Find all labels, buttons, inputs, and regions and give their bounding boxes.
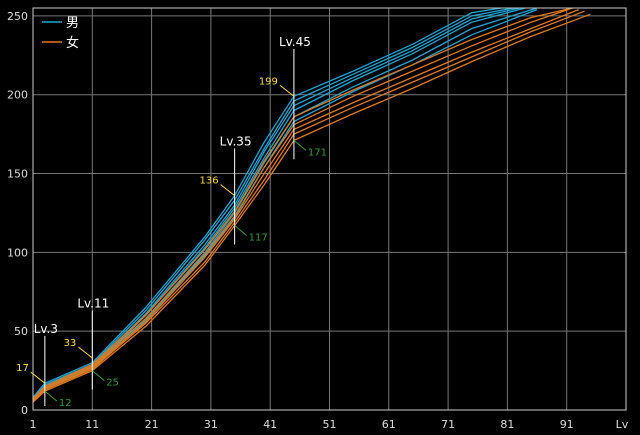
x-tick-label: 31 (204, 418, 218, 431)
legend-label: 男 (66, 16, 79, 31)
x-tick-label: 21 (145, 418, 159, 431)
x-tick-label: 71 (441, 418, 455, 431)
y-tick-label: 100 (7, 246, 28, 259)
marker-label: Lv.45 (279, 35, 311, 49)
y-tick-label: 200 (7, 89, 28, 102)
min-value-label: 117 (249, 233, 268, 244)
min-value-label: 25 (106, 378, 119, 389)
marker-label: Lv.11 (77, 297, 109, 311)
x-axis-label: Lv (616, 418, 629, 431)
x-tick-label: 1 (30, 418, 37, 431)
x-tick-label: 41 (263, 418, 277, 431)
marker-label: Lv.3 (34, 322, 58, 336)
max-value-label: 17 (16, 363, 29, 374)
max-value-label: 199 (259, 76, 278, 87)
growth-chart: 1 11 21 31 41 51 61 71 81 91050100150200250 Lv.31… (0, 0, 640, 435)
chart-background (0, 0, 640, 435)
x-tick-label: 11 (85, 418, 99, 431)
marker-label: Lv.35 (220, 134, 252, 148)
legend-label: 女 (66, 35, 79, 51)
x-tick-label: 91 (560, 418, 574, 431)
x-tick-label: 81 (500, 418, 514, 431)
y-tick-label: 150 (7, 168, 28, 181)
max-value-label: 136 (200, 176, 219, 187)
y-tick-label: 0 (21, 404, 28, 417)
x-tick-label: 51 (323, 418, 337, 431)
min-value-label: 171 (308, 147, 327, 158)
x-tick-label: 61 (382, 418, 396, 431)
y-tick-label: 250 (7, 10, 28, 23)
y-tick-label: 50 (14, 325, 28, 338)
min-value-label: 12 (59, 398, 72, 409)
max-value-label: 33 (64, 338, 77, 349)
